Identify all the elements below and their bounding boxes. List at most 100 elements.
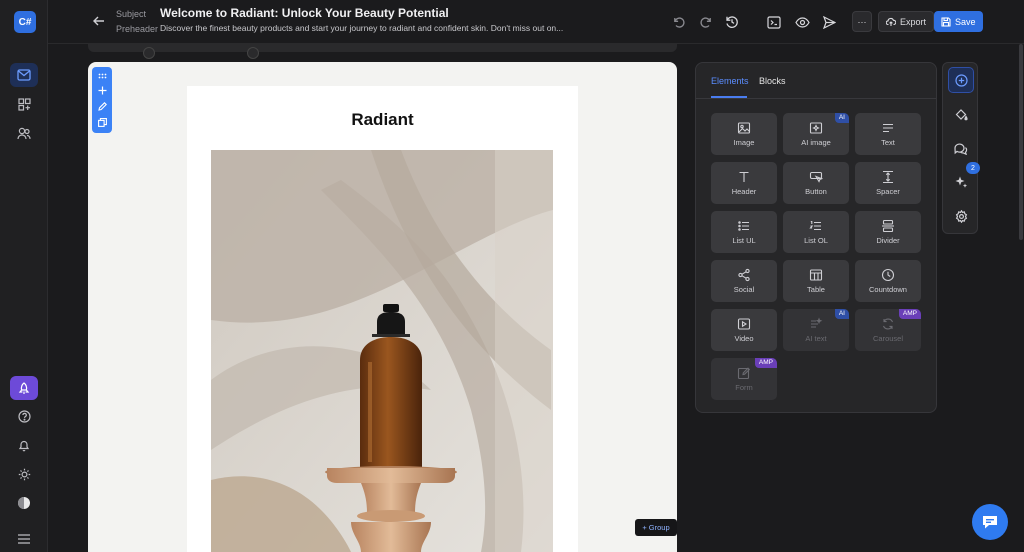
- element-tile-text[interactable]: Text: [855, 113, 921, 155]
- avatar[interactable]: [10, 491, 38, 515]
- email-editor: C# Subject Welcome to Radiant: Unlock Yo…: [0, 0, 1024, 552]
- element-tile-countdown[interactable]: Countdown: [855, 260, 921, 302]
- element-tile-label: AI image: [801, 138, 831, 147]
- list-ol-icon: [809, 220, 821, 231]
- spacer-icon: [883, 170, 893, 184]
- add-element-icon[interactable]: [948, 67, 974, 93]
- ai-tag: AI: [834, 113, 849, 123]
- carousel-icon: [882, 318, 894, 330]
- tab-blocks[interactable]: Blocks: [759, 76, 786, 86]
- element-tile-label: List OL: [804, 236, 828, 245]
- ai-image-icon: [809, 122, 823, 134]
- element-tile-label: Button: [805, 187, 827, 196]
- element-tile-list-ul[interactable]: List UL: [711, 211, 777, 253]
- button-icon: [809, 171, 823, 183]
- form-icon: [737, 367, 751, 380]
- mobile-view-icon[interactable]: [247, 47, 259, 59]
- cloud-upload-icon: [886, 17, 896, 26]
- element-tile-divider[interactable]: Divider: [855, 211, 921, 253]
- preheader-value[interactable]: Discover the finest beauty products and …: [160, 23, 563, 33]
- subject-value[interactable]: Welcome to Radiant: Unlock Your Beauty P…: [160, 6, 449, 20]
- edit-pencil-icon[interactable]: [97, 101, 107, 113]
- device-strip: [88, 44, 677, 52]
- settings-gear-icon[interactable]: [948, 203, 974, 229]
- desktop-view-icon[interactable]: [143, 47, 155, 59]
- left-rail: C#: [0, 0, 48, 552]
- amp-tag: AMP: [754, 358, 777, 368]
- hero-image[interactable]: [211, 150, 553, 552]
- element-tile-button[interactable]: Button: [783, 162, 849, 204]
- page-scrollbar[interactable]: [1019, 44, 1023, 240]
- element-tile-social[interactable]: Social: [711, 260, 777, 302]
- clock-icon: [881, 268, 895, 282]
- duplicate-icon[interactable]: [97, 117, 107, 129]
- element-tile-ai-text[interactable]: AI text AI: [783, 309, 849, 351]
- element-tile-label: Divider: [876, 236, 900, 245]
- send-icon[interactable]: [820, 13, 838, 31]
- email-body[interactable]: Radiant: [187, 86, 578, 552]
- export-button[interactable]: Export: [878, 11, 935, 32]
- element-tile-label: Video: [734, 334, 754, 343]
- menu-icon[interactable]: [10, 527, 38, 551]
- code-icon[interactable]: [765, 13, 783, 31]
- undo-icon[interactable]: [670, 13, 688, 31]
- tab-elements[interactable]: Elements: [711, 76, 749, 86]
- drag-handle-icon[interactable]: [98, 71, 107, 81]
- chat-support-button[interactable]: [972, 504, 1008, 540]
- save-disk-icon: [941, 16, 951, 27]
- element-tile-list-ol[interactable]: List OL: [783, 211, 849, 253]
- preheader-label: Preheader: [116, 24, 159, 34]
- preview-eye-icon[interactable]: [793, 13, 811, 31]
- more-options-button[interactable]: ···: [852, 11, 872, 32]
- element-tile-label: Table: [807, 285, 825, 294]
- element-tile-video[interactable]: Video: [711, 309, 777, 351]
- more-options-label: ···: [857, 16, 867, 27]
- header-icon: [739, 171, 749, 182]
- email-brand-title[interactable]: Radiant: [187, 110, 578, 130]
- element-tile-header[interactable]: Header: [711, 162, 777, 204]
- subject-label: Subject: [116, 9, 147, 19]
- blocks-icon[interactable]: [10, 92, 38, 116]
- image-icon: [737, 122, 751, 134]
- back-arrow-icon[interactable]: [92, 14, 108, 30]
- ai-text-icon: [811, 317, 823, 328]
- element-tile-ai-image[interactable]: AI image AI: [783, 113, 849, 155]
- divider-icon: [882, 219, 894, 233]
- history-icon[interactable]: [723, 13, 741, 31]
- save-label: Save: [955, 16, 976, 27]
- comments-icon[interactable]: [948, 135, 974, 161]
- mail-icon[interactable]: [10, 63, 38, 87]
- bell-icon[interactable]: [10, 433, 38, 457]
- element-tile-label: Text: [881, 138, 895, 147]
- element-tile-carousel[interactable]: Carousel AMP: [855, 309, 921, 351]
- ai-tag: AI: [834, 309, 849, 319]
- app-logo[interactable]: C#: [14, 11, 36, 33]
- rocket-icon[interactable]: [10, 376, 38, 400]
- export-label: Export: [900, 16, 927, 27]
- chat-bubble-icon: [983, 516, 997, 529]
- element-tile-image[interactable]: Image: [711, 113, 777, 155]
- contacts-icon[interactable]: [10, 121, 38, 145]
- redo-icon[interactable]: [696, 13, 714, 31]
- block-toolbar: [92, 67, 112, 133]
- element-tile-spacer[interactable]: Spacer: [855, 162, 921, 204]
- video-icon: [737, 318, 751, 330]
- save-button[interactable]: Save: [934, 11, 983, 32]
- element-tile-label: Countdown: [869, 285, 907, 294]
- sun-icon[interactable]: [10, 462, 38, 486]
- paint-bucket-icon[interactable]: [948, 101, 974, 127]
- ai-count-badge: 2: [966, 162, 980, 174]
- element-tile-label: Image: [733, 138, 755, 147]
- element-tile-label: Header: [731, 187, 757, 196]
- element-tile-table[interactable]: Table: [783, 260, 849, 302]
- help-icon[interactable]: [10, 404, 38, 428]
- element-tile-label: Carousel: [872, 334, 903, 343]
- text-icon: [883, 123, 893, 133]
- top-bar: Subject Welcome to Radiant: Unlock Your …: [48, 0, 1024, 44]
- add-block-icon[interactable]: [98, 86, 107, 97]
- share-icon: [738, 268, 750, 282]
- element-tile-label: Form: [735, 383, 753, 392]
- element-tile-form[interactable]: Form AMP: [711, 358, 777, 400]
- group-button[interactable]: + Group: [635, 519, 677, 536]
- elements-panel: Elements Blocks Image AI image AI Text Heade…: [695, 62, 937, 413]
